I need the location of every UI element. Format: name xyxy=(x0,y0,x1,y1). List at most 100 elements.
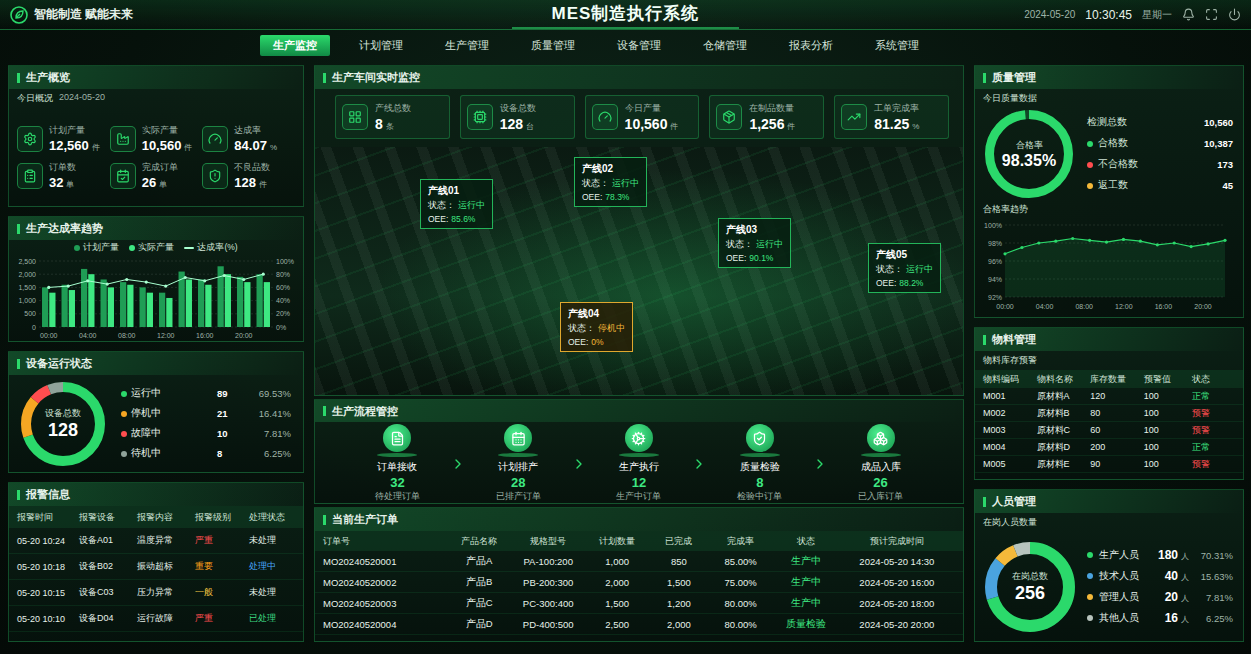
stat: 完成订单26单 xyxy=(110,161,203,190)
donut-segment xyxy=(991,548,1069,626)
alarm-row[interactable]: 05-20 10:15设备C03压力异常一般未处理 xyxy=(9,580,303,606)
stat-icon-box xyxy=(110,163,136,189)
legend-mark xyxy=(74,245,80,251)
weekday: 星期一 xyxy=(1142,8,1172,22)
flow-step[interactable]: 成品入库26已入库订单 xyxy=(828,424,933,503)
kpi-icon-box xyxy=(592,104,618,130)
line-tag[interactable]: 产线02状态：运行中OEE:78.3% xyxy=(574,157,647,207)
actual-bar xyxy=(205,285,211,327)
table-header: 物料编码物料名称库存数量预警值状态 xyxy=(975,370,1243,388)
flow-step[interactable]: 质量检验8检验中订单 xyxy=(707,424,812,503)
line-tag[interactable]: 产线04状态：停机中OEE:0% xyxy=(560,302,633,352)
flow-step[interactable]: 计划排产28已排产订单 xyxy=(466,424,571,503)
step-base xyxy=(740,453,780,457)
bell-icon[interactable] xyxy=(1182,8,1195,21)
center-column: 生产车间实时监控产线总数8条设备总数128台今日产量10,560件在制品数量1,… xyxy=(314,65,964,642)
flow-step[interactable]: 生产执行12生产中订单 xyxy=(587,424,692,503)
plan-bar xyxy=(257,274,263,327)
step-base xyxy=(377,453,417,457)
chart-title: 合格率趋势 xyxy=(975,200,1243,219)
material-row[interactable]: M002原材料B80100预警 xyxy=(975,405,1243,422)
legend-mark xyxy=(184,247,194,249)
nav-tab[interactable]: 生产监控 xyxy=(260,35,330,56)
status-dot xyxy=(1087,573,1093,579)
order-row[interactable]: MO20240520002产品BPB-200:3002,0001,50075.0… xyxy=(315,572,963,593)
line-tag[interactable]: 产线01状态：运行中OEE:85.6% xyxy=(420,179,493,229)
actual-bar xyxy=(127,285,133,327)
equipment-status: 停机中2116.41% xyxy=(121,407,291,420)
material-row[interactable]: M001原材料A120100正常 xyxy=(975,388,1243,405)
rate-point xyxy=(184,276,187,279)
donut-segment xyxy=(26,387,100,461)
quality-stat: 返工数45 xyxy=(1087,179,1233,192)
step-disk xyxy=(625,424,653,452)
line-tag[interactable]: 产线03状态：运行中OEE:90.1% xyxy=(718,218,791,268)
flow-step[interactable]: 订单接收32待处理订单 xyxy=(345,424,450,503)
axis-tick: 100% xyxy=(984,222,1002,229)
personnel-item: 其他人员16人6.25% xyxy=(1087,611,1233,625)
axis-tick: 12:00 xyxy=(1115,303,1133,310)
stat-value: 26单 xyxy=(142,175,178,190)
stat-icon xyxy=(23,169,37,183)
logo-text: 智能制造 赋能未来 xyxy=(34,6,133,23)
plan-bar xyxy=(81,269,87,327)
plan-bar xyxy=(101,279,107,327)
axis-tick: 2,500 xyxy=(18,258,36,265)
trend-point xyxy=(1223,239,1226,242)
rate-point xyxy=(86,279,89,282)
order-row[interactable]: MO20240520001产品APA-100:2001,00085085.00%… xyxy=(315,551,963,572)
equipment-status: 运行中8969.53% xyxy=(121,387,291,400)
axis-tick: 0 xyxy=(32,324,36,331)
title-marker xyxy=(983,73,986,83)
alarm-row[interactable]: 05-20 10:10设备D04运行故障严重已处理 xyxy=(9,606,303,632)
panel-title: 设备运行状态 xyxy=(9,352,303,375)
material-row[interactable]: M005原材料E90100预警 xyxy=(975,456,1243,473)
status-dot xyxy=(1087,552,1093,558)
main: 生产概览今日概况2024-05-20计划产量12,560件实际产量10,560件… xyxy=(0,59,1251,654)
material-row[interactable]: M003原材料C60100预警 xyxy=(975,422,1243,439)
material-row[interactable]: M004原材料D200100正常 xyxy=(975,439,1243,456)
line-tag[interactable]: 产线05状态：运行中OEE:88.2% xyxy=(868,243,941,293)
nav-tab[interactable]: 仓储管理 xyxy=(690,35,760,56)
fullscreen-icon[interactable] xyxy=(1205,8,1218,21)
plan-bar xyxy=(120,282,126,327)
nav-tab[interactable]: 设备管理 xyxy=(604,35,674,56)
kpi-label: 今日产量 xyxy=(625,102,679,115)
panel-title: 生产达成率趋势 xyxy=(9,217,303,240)
nav-tab[interactable]: 质量管理 xyxy=(518,35,588,56)
stat: 订单数32单 xyxy=(17,161,110,190)
rate-point xyxy=(67,284,70,287)
trend-point xyxy=(1139,240,1142,243)
kpi-label: 在制品数量 xyxy=(749,102,795,115)
nav-tab[interactable]: 报表分析 xyxy=(776,35,846,56)
order-row[interactable]: MO20240520003产品CPC-300:4001,5001,20080.0… xyxy=(315,593,963,614)
donut-segment xyxy=(26,387,100,461)
materials-panel: 物料管理物料库存预警物料编码物料名称库存数量预警值状态M001原材料A12010… xyxy=(974,327,1244,480)
stat: 计划产量12,560件 xyxy=(17,124,110,153)
title-marker xyxy=(323,406,326,416)
monitor-panel: 生产车间实时监控产线总数8条设备总数128台今日产量10,560件在制品数量1,… xyxy=(314,65,964,396)
nav-tab[interactable]: 生产管理 xyxy=(432,35,502,56)
alarm-row[interactable]: 05-20 10:18设备B02振动超标重要处理中 xyxy=(9,554,303,580)
flow-arrow xyxy=(571,456,587,472)
rate-point xyxy=(203,279,206,282)
plan-bar xyxy=(140,287,146,327)
axis-tick: 08:00 xyxy=(118,332,136,339)
rate-point xyxy=(262,273,265,276)
kpi-icon-box xyxy=(342,104,368,130)
subtitle: 在岗人员数量 xyxy=(975,513,1243,532)
kpi-icon xyxy=(598,110,612,124)
table-header: 订单号产品名称规格型号计划数量已完成完成率状态预计完成时间 xyxy=(315,531,963,551)
panel-title: 质量管理 xyxy=(975,66,1243,89)
axis-tick: 0% xyxy=(276,324,286,331)
alarm-row[interactable]: 05-20 10:24设备A01温度异常严重未处理 xyxy=(9,528,303,554)
quality-stat: 合格数10,387 xyxy=(1087,137,1233,150)
orders-panel: 当前生产订单订单号产品名称规格型号计划数量已完成完成率状态预计完成时间MO202… xyxy=(314,507,964,642)
order-row[interactable]: MO20240520004产品DPD-400:5002,5002,00080.0… xyxy=(315,614,963,635)
nav-tab[interactable]: 计划管理 xyxy=(346,35,416,56)
power-icon[interactable] xyxy=(1228,8,1241,21)
step-icon xyxy=(873,431,888,446)
nav-tab[interactable]: 系统管理 xyxy=(862,35,932,56)
legend-mark xyxy=(129,245,135,251)
subtitle: 物料库存预警 xyxy=(975,351,1243,370)
